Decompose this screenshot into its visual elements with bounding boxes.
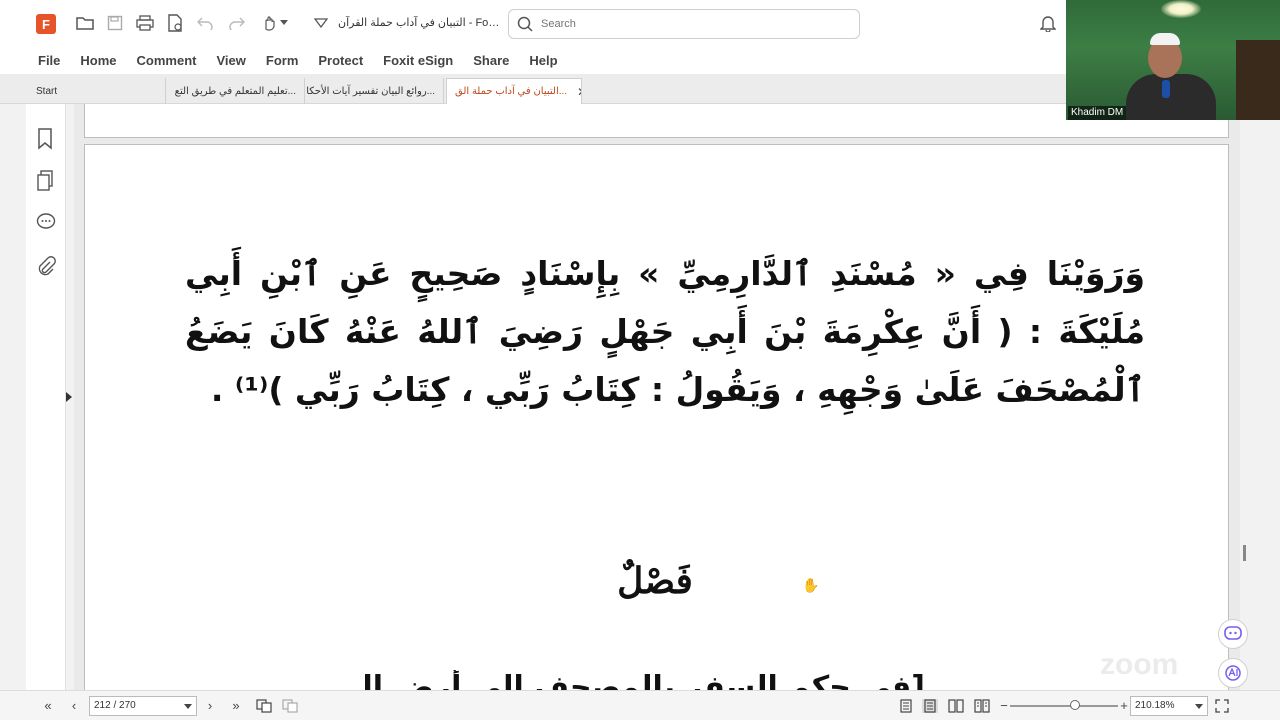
ai-icon[interactable] [1218, 658, 1248, 688]
cover-icon[interactable] [974, 699, 990, 713]
page-number-field[interactable]: 212 / 270 [89, 696, 197, 716]
video-participant-tile[interactable]: Khadim DM [1066, 0, 1280, 120]
foxit-pdf-window: F التبيان في آداب حملة القرآن - Foxit P.… [0, 0, 1280, 720]
search-input[interactable] [541, 18, 841, 30]
menu-file[interactable]: File [28, 53, 70, 68]
participant-name: Khadim DM [1068, 106, 1127, 120]
hand-icon[interactable] [258, 12, 280, 34]
dropdown-icon[interactable] [310, 12, 332, 34]
right-margin [1240, 104, 1280, 690]
zoom-watermark: zoom [1100, 648, 1179, 681]
section-heading: فَصْلٌ [617, 560, 693, 602]
expand-panel-icon[interactable] [66, 392, 72, 402]
ceiling-lamp [1161, 0, 1201, 18]
page-dropdown-icon[interactable] [184, 704, 192, 709]
page-number-value: 212 / 270 [94, 700, 136, 711]
attachment-icon[interactable] [36, 256, 56, 276]
last-page-icon[interactable]: » [228, 699, 244, 713]
menu-home[interactable]: Home [70, 53, 126, 68]
undo-icon[interactable] [194, 12, 216, 34]
foxit-logo-icon[interactable]: F [36, 14, 56, 34]
bookmark-icon[interactable] [36, 128, 56, 150]
save-icon[interactable] [104, 12, 126, 34]
menu-protect[interactable]: Protect [308, 53, 373, 68]
next-heading-partial: [في حكم السفر بالمصحف إلى أرض العدو] [365, 670, 925, 690]
menu-comment[interactable]: Comment [127, 53, 207, 68]
zoom-slider-track[interactable] [1010, 705, 1118, 707]
participant-cap [1150, 33, 1180, 45]
document-title: التبيان في آداب حملة القرآن - Foxit P... [338, 17, 503, 29]
scrollbar-thumb[interactable] [1243, 545, 1246, 561]
tab-start[interactable]: Start [28, 78, 166, 104]
menu-foxit-esign[interactable]: Foxit eSign [373, 53, 463, 68]
hand-dropdown-icon[interactable] [278, 12, 290, 34]
tab-talim-mutaallim[interactable]: ...تعليم المتعلم في طريق التع [167, 78, 305, 104]
search-box[interactable] [508, 9, 860, 39]
zoom-level-value: 210.18% [1135, 700, 1175, 711]
single-page-icon[interactable] [898, 699, 914, 713]
previous-page-edge [84, 104, 1229, 138]
extract-icon[interactable] [256, 699, 272, 713]
search-icon [517, 16, 533, 32]
background-shelf [1236, 40, 1280, 120]
zoom-slider-thumb[interactable] [1069, 700, 1080, 710]
bell-icon[interactable] [1037, 12, 1059, 34]
print-icon[interactable] [134, 12, 156, 34]
next-page-icon[interactable]: › [202, 699, 218, 713]
menu-share[interactable]: Share [463, 53, 519, 68]
pdf-page: وَرَوَيْنَا فِي « مُسْنَدِ ٱلدَّارِمِيِّ… [84, 144, 1229, 690]
navigation-sidebar [26, 104, 66, 690]
hand-cursor-icon: ✋ [802, 577, 820, 593]
zoom-dropdown-icon[interactable] [1195, 704, 1203, 709]
status-bar: « ‹ 212 / 270 › » − + 210.18% [0, 690, 1280, 720]
tab-rawai-bayan[interactable]: ...روائع البيان تفسير آيات الأحكا [306, 78, 444, 104]
facing-icon[interactable] [948, 699, 964, 713]
rotate-icon[interactable] [282, 699, 298, 713]
pages-icon[interactable] [36, 170, 56, 191]
left-margin [0, 104, 26, 690]
redo-icon[interactable] [226, 12, 248, 34]
file-icon[interactable] [164, 12, 186, 34]
zoom-level-field[interactable]: 210.18% [1130, 696, 1208, 716]
tab-label: ...التبيان في آداب حملة الق [455, 86, 568, 97]
tab-label: ...تعليم المتعلم في طريق التع [174, 85, 296, 97]
arabic-paragraph: وَرَوَيْنَا فِي « مُسْنَدِ ٱلدَّارِمِيِّ… [185, 254, 1145, 409]
prev-page-icon[interactable]: ‹ [66, 699, 82, 713]
first-page-icon[interactable]: « [40, 699, 56, 713]
fullscreen-icon[interactable] [1214, 699, 1230, 713]
tab-label: ...روائع البيان تفسير آيات الأحكا [306, 85, 435, 97]
tab-tibyan[interactable]: ...التبيان في آداب حملة الق ✕ [446, 78, 582, 104]
document-view[interactable]: وَرَوَيْنَا فِي « مُسْنَدِ ٱلدَّارِمِيِّ… [74, 104, 1240, 690]
menu-view[interactable]: View [206, 53, 255, 68]
participant-body [1126, 74, 1216, 120]
comment-icon[interactable] [36, 212, 56, 232]
menu-help[interactable]: Help [519, 53, 567, 68]
chat-assistant-icon[interactable] [1218, 619, 1248, 649]
microphone [1162, 80, 1170, 98]
open-icon[interactable] [74, 12, 96, 34]
continuous-icon[interactable] [922, 699, 938, 713]
menu-form[interactable]: Form [256, 53, 309, 68]
tab-label: Start [36, 85, 58, 97]
close-tab-icon[interactable]: ✕ [577, 85, 581, 99]
